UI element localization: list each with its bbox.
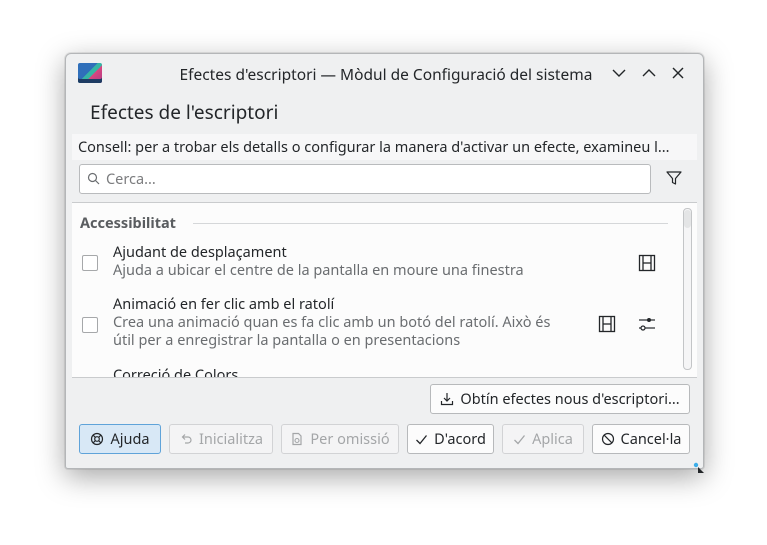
- help-label: Ajuda: [110, 429, 150, 449]
- get-new-effects-label: Obtín efectes nous d'escriptori...: [460, 389, 680, 409]
- cancel-label: Cancel·la: [620, 429, 682, 449]
- video-preview-icon[interactable]: [638, 254, 656, 272]
- download-icon: [441, 393, 454, 406]
- window-title: Efectes d'escriptori — Mòdul de Configur…: [179, 63, 593, 85]
- ok-button[interactable]: D'acord: [407, 424, 494, 454]
- video-preview-icon[interactable]: [598, 315, 616, 333]
- apply-button[interactable]: Aplica: [502, 424, 584, 454]
- cancel-button[interactable]: Cancel·la: [592, 424, 690, 454]
- check-icon: [514, 434, 526, 444]
- configure-icon[interactable]: [637, 315, 657, 333]
- reset-button[interactable]: Inicialitza: [169, 424, 273, 454]
- section-header: Accessibilitat: [80, 213, 176, 233]
- effect-title: Ajudant de desplaçament: [113, 242, 287, 262]
- search-field[interactable]: [79, 164, 651, 194]
- effect-description-line2: útil per a enregistrar la pantalla o en …: [113, 330, 461, 350]
- effect-description-line1: Crea una animació quan es fa clic amb un…: [113, 312, 551, 332]
- filter-button[interactable]: [662, 166, 686, 190]
- help-icon: [91, 432, 104, 446]
- undo-icon: [181, 434, 192, 444]
- section-divider: [193, 223, 668, 224]
- defaults-button[interactable]: Per omissió: [281, 424, 399, 454]
- tip-banner: Consell: per a trobar els detalls o conf…: [72, 134, 697, 160]
- filter-icon: [666, 171, 682, 185]
- defaults-label: Per omissió: [310, 429, 390, 449]
- search-input[interactable]: [104, 168, 638, 190]
- scrollbar-thumb[interactable]: [684, 210, 691, 228]
- minimize-button[interactable]: [608, 62, 630, 84]
- close-button[interactable]: [667, 62, 689, 84]
- effect-checkbox[interactable]: [82, 317, 98, 333]
- check-icon: [416, 434, 428, 444]
- settings-window: Efectes d'escriptori — Mòdul de Configur…: [65, 53, 704, 469]
- apply-label: Aplica: [532, 429, 573, 449]
- effect-description: Ajuda a ubicar el centre de la pantalla …: [113, 260, 524, 280]
- app-icon: [78, 63, 102, 83]
- effects-list[interactable]: Accessibilitat Ajudant de desplaçament A…: [72, 202, 697, 378]
- help-button[interactable]: Ajuda: [79, 424, 161, 454]
- tip-text: Consell: per a trobar els detalls o conf…: [78, 137, 670, 157]
- effect-checkbox[interactable]: [82, 255, 98, 271]
- ok-label: D'acord: [434, 429, 486, 449]
- reset-label: Inicialitza: [198, 429, 264, 449]
- document-revert-icon: [292, 432, 303, 446]
- cancel-icon: [601, 432, 614, 446]
- get-new-effects-button[interactable]: Obtín efectes nous d'escriptori...: [430, 384, 690, 414]
- effect-title: Correció de Colors: [113, 365, 239, 378]
- search-icon: [87, 172, 100, 185]
- resize-grip-icon[interactable]: [687, 456, 705, 474]
- titlebar[interactable]: Efectes d'escriptori — Mòdul de Configur…: [66, 54, 703, 92]
- chevron-up-icon: [642, 69, 656, 77]
- maximize-button[interactable]: [638, 62, 660, 84]
- scrollbar[interactable]: [683, 208, 692, 370]
- chevron-down-icon: [612, 69, 626, 77]
- effect-title: Animació en fer clic amb el ratolí: [113, 294, 335, 314]
- close-icon: [672, 67, 684, 79]
- page-title: Efectes de l'escriptori: [90, 99, 279, 125]
